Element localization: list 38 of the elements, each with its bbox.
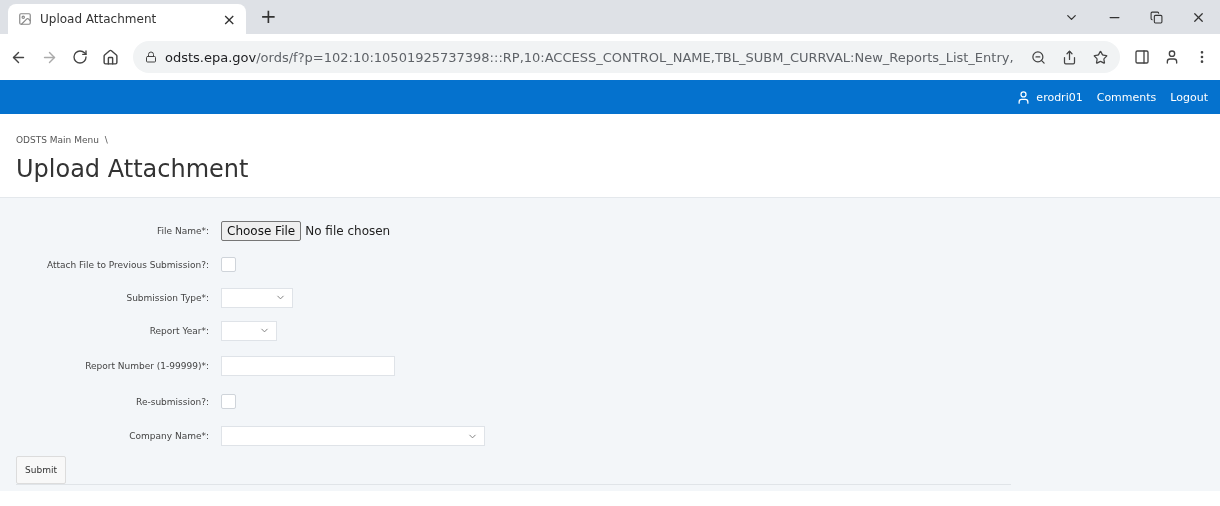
close-tab-button[interactable]: × [222,9,236,29]
profile-icon[interactable] [1164,49,1180,65]
field-label: Attach File to Previous Submission?: [45,259,209,270]
home-icon[interactable] [102,48,119,66]
browser-tab[interactable]: Upload Attachment × [8,4,246,34]
field-label: Re-submission?: [135,396,209,407]
lock-icon [145,51,157,63]
select-field[interactable] [221,287,293,308]
nav-link[interactable]: Comments [1096,90,1157,104]
restore-icon[interactable] [1150,10,1163,24]
field-label: File Name*: [156,226,209,236]
input-field[interactable] [221,356,395,376]
choose-file-button[interactable]: Choose File [221,221,302,241]
user-link[interactable]: erodri01 [1036,90,1083,104]
side-panel-icon[interactable] [1134,49,1150,65]
breadcrumb-link[interactable]: ODSTS Main Menu [16,135,99,145]
user-icon [1016,89,1032,105]
field-label: Submission Type*: [125,292,209,303]
checkbox[interactable] [221,257,236,272]
share-icon[interactable] [1062,49,1077,65]
zoom-icon[interactable] [1031,49,1046,65]
new-tab-button[interactable]: + [260,4,277,28]
checkbox[interactable] [221,394,236,409]
submit-button[interactable]: Submit [16,456,66,484]
url-text: odsts.epa.gov/ords/f?p=102:10:10501925737398:::RP,10:ACCESS_CONTROL_NAME,TBL_SUBM_CURRVAL:New_Reports_List_Entry, [165,49,1014,65]
field-label: Company Name*: [128,431,209,441]
field-label: Report Year*: [148,325,209,336]
address-bar[interactable]: odsts.epa.gov/ords/f?p=102:10:10501925737398:::RP,10:ACCESS_CONTROL_NAME,TBL_SUBM_CURRVAL:New_Reports_List_Entry, [133,41,1120,73]
select-field[interactable] [221,320,277,341]
breadcrumb-separator: \ [104,135,108,145]
field-label: Report Number (1-99999)*: [84,361,209,371]
select-field[interactable] [221,426,485,446]
reload-icon[interactable] [72,49,88,65]
page-title: Upload Attachment [16,155,250,183]
file-status: No file chosen [305,224,391,238]
star-icon[interactable] [1093,49,1108,65]
page-icon [18,12,32,26]
nav-link[interactable]: Logout [1170,90,1208,104]
